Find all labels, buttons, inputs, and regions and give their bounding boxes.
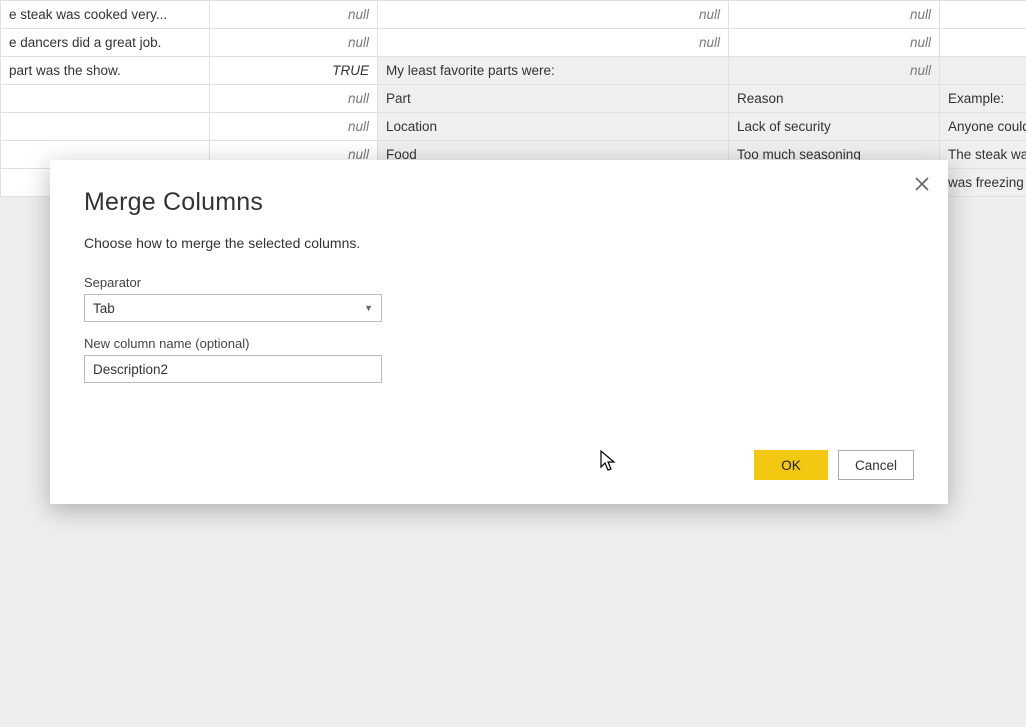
table-cell[interactable]: null bbox=[940, 29, 1026, 57]
column-name-label: New column name (optional) bbox=[84, 336, 914, 351]
table-cell[interactable]: Lack of security bbox=[729, 113, 940, 141]
dialog-title: Merge Columns bbox=[84, 188, 914, 217]
table-cell[interactable]: TRUE bbox=[210, 57, 378, 85]
table-cell[interactable]: null bbox=[210, 1, 378, 29]
separator-label: Separator bbox=[84, 275, 914, 290]
table-cell[interactable]: null bbox=[940, 1, 1026, 29]
table-row[interactable]: nullPartReasonExample: bbox=[1, 85, 1026, 113]
column-name-input[interactable] bbox=[84, 355, 382, 383]
table-cell[interactable]: was freezing bbox=[940, 169, 1026, 197]
table-row[interactable]: nullLocationLack of securityAnyone could bbox=[1, 113, 1026, 141]
table-cell[interactable] bbox=[1, 85, 210, 113]
table-cell[interactable]: null bbox=[729, 57, 940, 85]
table-cell[interactable]: null bbox=[378, 29, 729, 57]
chevron-down-icon: ▼ bbox=[364, 303, 373, 313]
table-row[interactable]: part was the show.TRUEMy least favorite … bbox=[1, 57, 1026, 85]
table-cell[interactable]: The steak wa bbox=[940, 141, 1026, 169]
table-cell[interactable]: null bbox=[210, 29, 378, 57]
table-cell[interactable]: Reason bbox=[729, 85, 940, 113]
table-cell[interactable]: Example: bbox=[940, 85, 1026, 113]
table-cell[interactable]: My least favorite parts were: bbox=[378, 57, 729, 85]
separator-value: Tab bbox=[93, 301, 115, 316]
table-cell[interactable]: null bbox=[729, 1, 940, 29]
table-cell[interactable]: null bbox=[940, 57, 1026, 85]
table-cell[interactable]: null bbox=[210, 85, 378, 113]
dialog-button-row: OK Cancel bbox=[754, 450, 914, 480]
table-cell[interactable]: null bbox=[210, 113, 378, 141]
table-cell[interactable]: e dancers did a great job. bbox=[1, 29, 210, 57]
table-cell[interactable]: part was the show. bbox=[1, 57, 210, 85]
separator-select[interactable]: Tab ▼ bbox=[84, 294, 382, 322]
table-cell[interactable] bbox=[1, 113, 210, 141]
table-row[interactable]: e dancers did a great job.nullnullnullnu… bbox=[1, 29, 1026, 57]
table-row[interactable]: e steak was cooked very...nullnullnullnu… bbox=[1, 1, 1026, 29]
dialog-prompt: Choose how to merge the selected columns… bbox=[84, 235, 914, 251]
table-cell[interactable]: null bbox=[378, 1, 729, 29]
cancel-button[interactable]: Cancel bbox=[838, 450, 914, 480]
merge-columns-dialog: Merge Columns Choose how to merge the se… bbox=[50, 160, 948, 504]
table-cell[interactable]: Part bbox=[378, 85, 729, 113]
table-cell[interactable]: null bbox=[729, 29, 940, 57]
ok-button[interactable]: OK bbox=[754, 450, 828, 480]
table-cell[interactable]: e steak was cooked very... bbox=[1, 1, 210, 29]
table-cell[interactable]: Location bbox=[378, 113, 729, 141]
close-icon bbox=[915, 177, 929, 191]
close-button[interactable] bbox=[910, 172, 934, 196]
table-cell[interactable]: Anyone could bbox=[940, 113, 1026, 141]
